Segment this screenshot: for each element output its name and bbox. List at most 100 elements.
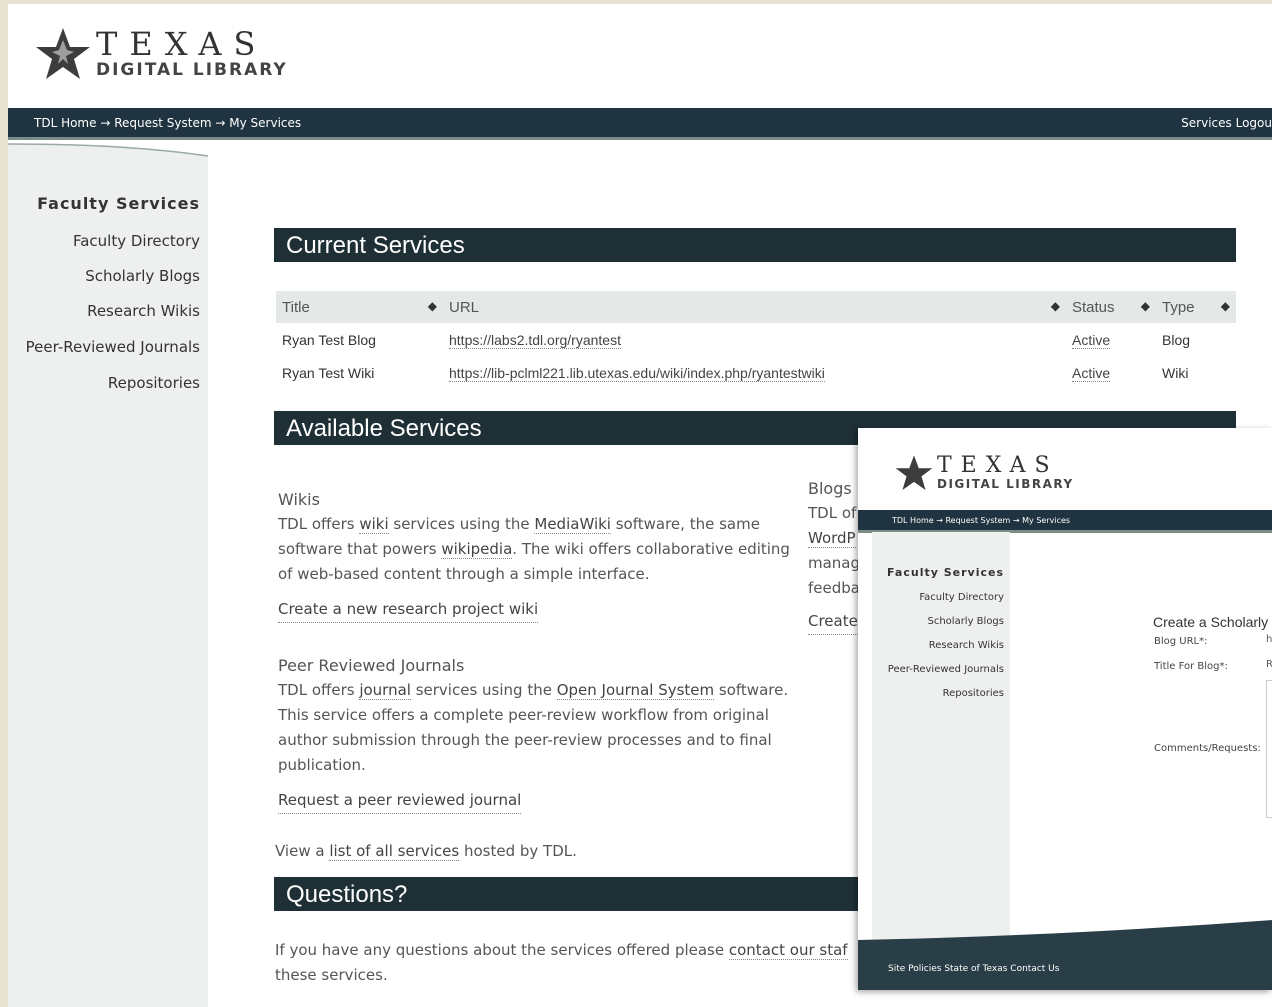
wordpress-link[interactable]: WordP (808, 529, 856, 548)
blog-url-input[interactable]: h (1266, 634, 1272, 648)
cell-title: Ryan Test Blog (282, 331, 376, 348)
create-wiki-link[interactable]: Create a new research project wiki (278, 597, 539, 623)
request-journal-link[interactable]: Request a peer reviewed journal (278, 788, 522, 814)
nav-logout-link[interactable]: Logou (1236, 116, 1272, 130)
sidebar-item-repositories[interactable]: Repositories (108, 374, 200, 392)
popup-sidebar-title: Faculty Services (887, 566, 1004, 579)
footer-contact-us[interactable]: Contact Us (1010, 964, 1059, 974)
overlay-window[interactable]: TEXAS DIGITAL LIBRARY TDL Home → Request… (858, 428, 1272, 990)
crumb-separator: → (215, 115, 226, 130)
popup-form-title: Create a Scholarly (1153, 614, 1269, 630)
popup-crumb-request-system[interactable]: Request System (945, 516, 1010, 525)
text: If you have any questions about the serv… (275, 941, 729, 959)
table-row: Ryan Test Wiki https://lib-pclml221.lib.… (276, 356, 1236, 389)
mediawiki-link[interactable]: MediaWiki (534, 515, 611, 534)
text: services using the (388, 515, 535, 533)
popup-sidebar-item-repositories[interactable]: Repositories (943, 688, 1004, 699)
col-status-label: Status (1072, 298, 1115, 316)
title-for-blog-input[interactable]: R (1266, 659, 1272, 673)
text: TDL offers (278, 681, 360, 699)
col-title[interactable]: Title ◆ (276, 291, 443, 323)
main-window: TEXAS DIGITAL LIBRARY TDL Home → Request… (0, 0, 1272, 1007)
title-for-blog-label: Title For Blog*: (1154, 661, 1228, 672)
journals-section: Peer Reviewed Journals TDL offers journa… (278, 653, 808, 814)
table-header-row: Title ◆ URL ◆ Status ◆ Type ◆ (276, 291, 1236, 323)
col-status[interactable]: Status ◆ (1066, 291, 1156, 323)
contact-staff-link[interactable]: contact our staf (728, 941, 848, 960)
sidebar-title: Faculty Services (37, 194, 200, 213)
crumb-request-system[interactable]: Request System (114, 116, 211, 130)
text: services using the (410, 681, 557, 699)
col-type-label: Type (1162, 298, 1195, 316)
wiki-link[interactable]: wiki (359, 515, 389, 534)
list-services-line: View a list of all services hosted by TD… (275, 839, 855, 864)
popup-sidebar-item-faculty-directory[interactable]: Faculty Directory (919, 592, 1004, 603)
breadcrumb: TDL Home → Request System → My Services (8, 116, 301, 130)
nav-right: Services Logou (1181, 116, 1272, 130)
star-icon (895, 455, 933, 490)
wikis-description: TDL offers wiki services using the Media… (278, 512, 808, 587)
table-row: Ryan Test Blog https://labs2.tdl.org/rya… (276, 323, 1236, 356)
wikis-title: Wikis (278, 490, 320, 509)
journals-description: TDL offers journal services using the Op… (278, 678, 808, 778)
crumb-tdl-home[interactable]: TDL Home (34, 116, 97, 130)
cell-title: Ryan Test Wiki (282, 364, 375, 381)
crumb-separator: → (100, 115, 111, 130)
col-url-label: URL (449, 298, 480, 316)
cell-type: Wiki (1162, 364, 1189, 381)
popup-sidebar: Faculty Services Faculty Directory Schol… (872, 532, 1010, 962)
sidebar-item-faculty-directory[interactable]: Faculty Directory (73, 232, 200, 250)
sidebar-item-scholarly-blogs[interactable]: Scholarly Blogs (85, 267, 200, 285)
journal-link[interactable]: journal (359, 681, 411, 700)
cell-url-link[interactable]: https://labs2.tdl.org/ryantest (449, 331, 621, 349)
crumb-separator: → (1012, 515, 1020, 525)
sort-icon[interactable]: ◆ (428, 299, 437, 313)
popup-sidebar-item-research-wikis[interactable]: Research Wikis (929, 640, 1004, 651)
blog-url-label: Blog URL*: (1154, 636, 1208, 647)
popup-sidebar-item-peer-reviewed-journals[interactable]: Peer-Reviewed Journals (888, 664, 1004, 675)
col-title-label: Title (282, 298, 310, 316)
logo-word-texas: TEXAS (96, 25, 268, 63)
create-blog-link[interactable]: Create (808, 609, 858, 635)
popup-navbar: TDL Home → Request System → My Services (858, 510, 1272, 533)
sort-icon[interactable]: ◆ (1051, 299, 1060, 313)
top-navbar: TDL Home → Request System → My Services … (8, 108, 1272, 140)
sort-icon[interactable]: ◆ (1221, 299, 1230, 313)
text: these services. (275, 966, 388, 984)
cell-url-link[interactable]: https://lib-pclml221.lib.utexas.edu/wiki… (449, 364, 825, 382)
logo-word-digital-library: DIGITAL LIBRARY (96, 60, 288, 80)
nav-services-link[interactable]: Services (1181, 116, 1232, 130)
tdl-logo[interactable]: TEXAS DIGITAL LIBRARY (34, 26, 288, 82)
popup-sidebar-item-scholarly-blogs[interactable]: Scholarly Blogs (927, 616, 1004, 627)
wikipedia-link[interactable]: wikipedia (441, 540, 513, 559)
text: TDL offers (278, 515, 360, 533)
crumb-separator: → (936, 515, 943, 525)
crumb-my-services[interactable]: My Services (229, 116, 301, 130)
wikis-section: Wikis TDL offers wiki services using the… (278, 487, 808, 623)
text: hosted by TDL. (459, 842, 577, 860)
star-icon (36, 28, 90, 79)
current-services-heading: Current Services (274, 228, 1236, 262)
questions-text: If you have any questions about the serv… (275, 938, 865, 988)
popup-footer-curve (858, 920, 1272, 950)
cell-status-link[interactable]: Active (1072, 364, 1111, 382)
cell-type: Blog (1162, 331, 1191, 348)
journals-title: Peer Reviewed Journals (278, 656, 465, 675)
col-type[interactable]: Type ◆ (1156, 291, 1236, 323)
list-all-services-link[interactable]: list of all services (329, 842, 460, 861)
ojs-link[interactable]: Open Journal System (556, 681, 715, 700)
popup-crumb-my-services[interactable]: My Services (1022, 516, 1070, 525)
comments-textarea[interactable] (1266, 680, 1272, 818)
popup-crumb-tdl-home[interactable]: TDL Home (892, 516, 934, 525)
sidebar-item-peer-reviewed-journals[interactable]: Peer-Reviewed Journals (26, 338, 200, 356)
sidebar-item-research-wikis[interactable]: Research Wikis (87, 302, 200, 320)
sort-icon[interactable]: ◆ (1141, 299, 1150, 313)
popup-logo[interactable]: TEXAS DIGITAL LIBRARY (894, 454, 1074, 492)
footer-state-of-texas[interactable]: State of Texas (944, 964, 1007, 974)
current-services-table: Title ◆ URL ◆ Status ◆ Type ◆ Ryan Test Blog… (276, 291, 1236, 389)
cell-status-link[interactable]: Active (1072, 331, 1111, 349)
popup-logo-digital-library: DIGITAL LIBRARY (937, 477, 1074, 491)
col-url[interactable]: URL ◆ (443, 291, 1066, 323)
footer-site-policies[interactable]: Site Policies (888, 964, 941, 974)
popup-breadcrumb: TDL Home → Request System → My Services (858, 516, 1070, 525)
